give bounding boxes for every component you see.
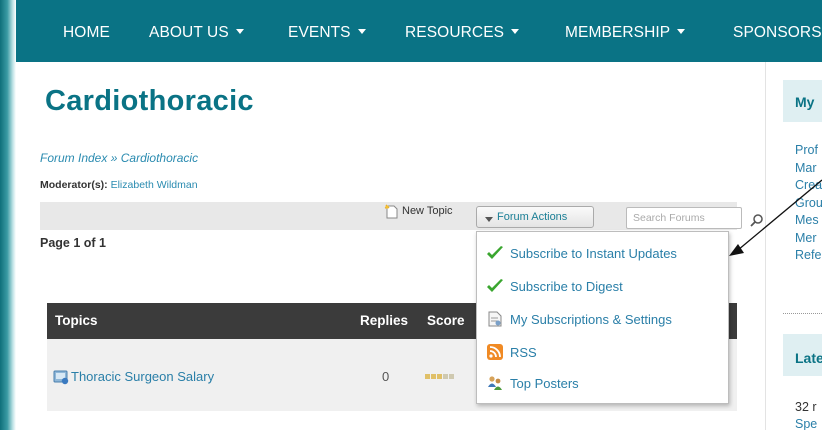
forum-actions-button[interactable]: Forum Actions [476,206,594,228]
score-pip [437,374,442,379]
sidebar-links: Prof Mar Crea Grou Mes Mer Refe [795,142,822,265]
menu-item-label: RSS [510,344,537,360]
menu-item-top-posters[interactable]: Top Posters [486,372,579,394]
breadcrumb: Forum Index » Cardiothoracic [40,151,198,165]
new-topic-label: New Topic [402,205,453,217]
chevron-down-icon [485,216,493,222]
menu-item-my-subscriptions[interactable]: My Subscriptions & Settings [486,308,672,330]
menu-item-subscribe-digest[interactable]: Subscribe to Digest [486,275,623,297]
sidebar-box-my-label: My [795,94,815,110]
chevron-down-icon [357,29,366,35]
nav-events-label: EVENTS [288,24,351,41]
nav-home-label: HOME [63,24,110,41]
new-topic-button[interactable]: New Topic [384,204,453,219]
score-pip [449,374,454,379]
forum-actions-label: Forum Actions [497,211,568,223]
checkmark-icon [486,277,504,295]
chevron-down-icon [235,29,244,35]
nav-sponsors[interactable]: SPONSORS [733,24,822,42]
sidebar-link[interactable]: Grou [795,196,822,210]
nav-about-us[interactable]: ABOUT US [149,24,244,42]
sidebar-separator [783,313,822,314]
topic-replies: 0 [382,369,390,384]
sidebar-link[interactable]: Mer [795,231,817,245]
score-pip [431,374,436,379]
moderators: Moderator(s): Elizabeth Wildman [40,179,198,191]
column-header-topics[interactable]: Topics [55,313,98,328]
checkmark-icon [486,244,504,262]
score-pip [443,374,448,379]
moderators-label: Moderator(s): [40,179,108,191]
column-header-replies[interactable]: Replies [360,313,408,328]
moderator-link[interactable]: Elizabeth Wildman [111,179,198,191]
breadcrumb-forum-index[interactable]: Forum Index [40,151,107,165]
sidebar-link[interactable]: Prof [795,143,818,157]
nav-events[interactable]: EVENTS [288,24,366,42]
nav-resources[interactable]: RESOURCES [405,24,520,42]
column-header-score[interactable]: Score [427,313,465,328]
sidebar-link[interactable]: Mar [795,161,817,175]
menu-item-label: Subscribe to Instant Updates [510,245,677,261]
topic-link[interactable]: Thoracic Surgeon Salary [71,369,214,384]
document-icon [486,310,504,328]
menu-item-label: Top Posters [510,375,579,391]
sidebar-link[interactable]: Mes [795,213,819,227]
menu-item-label: Subscribe to Digest [510,278,623,294]
sidebar-link[interactable]: Crea [795,178,822,192]
topic-score-rating [425,374,454,379]
breadcrumb-separator: » [110,151,118,165]
rss-icon [486,343,504,361]
menu-item-label: My Subscriptions & Settings [510,311,672,327]
nav-sponsors-label: SPONSORS [733,24,822,41]
chevron-down-icon [511,29,520,35]
nav-about-us-label: ABOUT US [149,24,229,41]
people-icon [486,374,504,392]
sidebar-latest-text: 32 r [795,400,817,414]
breadcrumb-current[interactable]: Cardiothoracic [121,151,198,165]
left-edge-stripe [0,0,16,430]
menu-item-subscribe-instant[interactable]: Subscribe to Instant Updates [486,242,677,264]
sidebar-box-latest-label: Late [795,350,822,366]
search-icon[interactable] [750,213,764,227]
nav-membership[interactable]: MEMBERSHIP [565,24,686,42]
page-title: Cardiothoracic [45,85,254,117]
search-forums-input[interactable] [626,207,742,229]
topic-icon [53,369,69,385]
sidebar-latest-link[interactable]: Spe [795,417,817,430]
new-topic-icon [384,204,398,219]
chevron-down-icon [677,29,686,35]
nav-home[interactable]: HOME [63,24,110,42]
pagination-label: Page 1 of 1 [40,236,106,250]
nav-resources-label: RESOURCES [405,24,505,41]
menu-item-rss[interactable]: RSS [486,341,537,363]
sidebar-link[interactable]: Refe [795,248,821,262]
nav-membership-label: MEMBERSHIP [565,24,671,41]
score-pip [425,374,430,379]
sidebar-divider [765,62,766,430]
